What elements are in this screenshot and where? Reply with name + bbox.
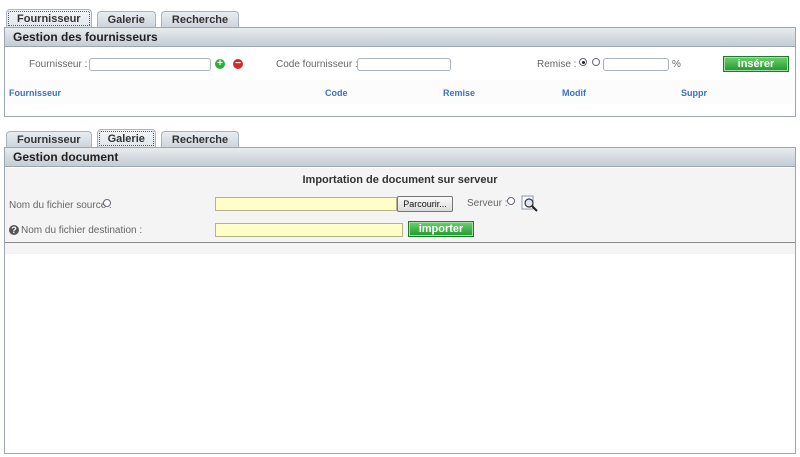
- add-icon[interactable]: +: [215, 59, 225, 69]
- tab-recherche-2[interactable]: Recherche: [160, 131, 240, 148]
- col-fournisseur[interactable]: Fournisseur: [9, 88, 61, 98]
- insert-button[interactable]: insérer: [723, 56, 789, 72]
- server-label: Serveur :: [467, 198, 508, 209]
- fournisseur-input[interactable]: [89, 58, 211, 71]
- remise-input[interactable]: [603, 58, 669, 71]
- dest-file-input[interactable]: [215, 223, 403, 237]
- browse-button[interactable]: Parcourir...: [397, 196, 453, 212]
- panel-title: Gestion des fournisseurs: [5, 28, 795, 47]
- col-remise[interactable]: Remise: [443, 88, 475, 98]
- remove-icon[interactable]: −: [233, 59, 243, 69]
- divider: [5, 242, 795, 243]
- bottom-tab-bar: Fournisseur Galerie Recherche: [6, 128, 240, 148]
- source-file-input[interactable]: [215, 197, 397, 211]
- code-input[interactable]: [357, 58, 451, 71]
- help-icon[interactable]: ?: [9, 225, 19, 235]
- tab-recherche[interactable]: Recherche: [160, 11, 240, 28]
- document-panel: Gestion document Importation de document…: [4, 147, 796, 454]
- top-tab-bar: Fournisseur Galerie Recherche: [6, 8, 240, 28]
- dest-label: Nom du fichier destination :: [21, 225, 143, 236]
- col-suppr[interactable]: Suppr: [681, 88, 707, 98]
- remise-radio-1[interactable]: [579, 58, 587, 66]
- supplier-panel: Gestion des fournisseurs Fournisseur : +…: [4, 27, 796, 117]
- panel-title-2: Gestion document: [5, 148, 795, 167]
- search-magnifier-icon[interactable]: [521, 195, 539, 213]
- server-radio[interactable]: [507, 197, 515, 205]
- tab-galerie-2[interactable]: Galerie: [96, 129, 156, 148]
- code-label: Code fournisseur :: [276, 59, 358, 70]
- tab-fournisseur-2[interactable]: Fournisseur: [6, 131, 92, 148]
- tab-galerie[interactable]: Galerie: [96, 11, 156, 28]
- fournisseur-label: Fournisseur :: [29, 59, 88, 70]
- remise-label: Remise :: [537, 59, 577, 70]
- tab-fournisseur[interactable]: Fournisseur: [6, 9, 92, 28]
- source-radio[interactable]: [103, 199, 111, 207]
- remise-radio-2[interactable]: [592, 58, 600, 66]
- percent-label: %: [672, 59, 681, 70]
- import-button[interactable]: importer: [408, 221, 474, 237]
- import-heading: Importation de document sur serveur: [302, 174, 498, 186]
- col-code[interactable]: Code: [325, 88, 348, 98]
- col-modif[interactable]: Modif: [562, 88, 586, 98]
- table-header: Fournisseur Code Remise Modif Suppr: [5, 80, 795, 104]
- source-label: Nom du fichier source :: [9, 200, 112, 211]
